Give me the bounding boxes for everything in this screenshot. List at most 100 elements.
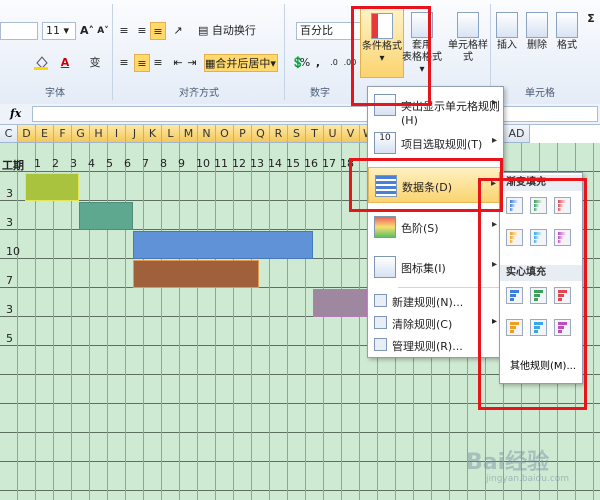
font-size-field[interactable]: 11 ▾ [42, 22, 76, 40]
font-name-field[interactable] [0, 22, 38, 40]
align-right-button[interactable]: ≡ [150, 54, 166, 72]
gantt-bar[interactable] [79, 202, 133, 230]
font-color-button[interactable]: A [56, 54, 74, 72]
column-header-p[interactable]: P [234, 125, 252, 143]
menu-item-manage-rules[interactable]: 管理规则(R)... [368, 334, 503, 356]
fill-color-button[interactable] [32, 54, 50, 72]
align-bottom-button[interactable]: ≡ [150, 22, 166, 40]
column-header-t[interactable]: T [306, 125, 324, 143]
column-header-u[interactable]: U [324, 125, 342, 143]
conditional-format-menu: 突出显示单元格规则(H) ▸ 10 项目选取规则(T) ▸ 数据条(D) ▸ 色阶(S… [367, 86, 504, 358]
solid-data-bar-option[interactable] [506, 319, 523, 336]
day-label: 14 [268, 157, 282, 170]
column-header-i[interactable]: I [108, 125, 126, 143]
gradient-fill-header: 渐变填充 [500, 175, 582, 191]
column-header-s[interactable]: S [288, 125, 306, 143]
column-header-m[interactable]: M [180, 125, 198, 143]
merge-center-button[interactable]: ▦合并后居中▾ [204, 54, 278, 72]
fx-icon[interactable]: fx [10, 107, 21, 120]
column-header-q[interactable]: Q [252, 125, 270, 143]
gradient-data-bar-option[interactable] [530, 229, 547, 246]
gantt-bar[interactable] [133, 231, 313, 259]
grow-font-button[interactable]: A˄ [80, 22, 94, 40]
text-orientation-button[interactable]: ↗ [170, 22, 186, 40]
solid-data-bar-option[interactable] [530, 319, 547, 336]
align-center-button[interactable]: ≡ [134, 54, 150, 72]
gradient-data-bar-option[interactable] [530, 197, 547, 214]
increase-decimal-button[interactable]: .0 [326, 54, 342, 72]
icon-sets-icon [374, 256, 396, 278]
menu-item-clear-rules[interactable]: 清除规则(C) ▸ [368, 312, 503, 334]
column-header-c[interactable]: C [0, 125, 18, 143]
day-label: 17 [322, 157, 336, 170]
solid-data-bar-option[interactable] [554, 287, 571, 304]
column-header-f[interactable]: F [54, 125, 72, 143]
column-header-o[interactable]: O [216, 125, 234, 143]
delete-button[interactable]: 删除 [522, 12, 552, 52]
top-bottom-icon: 10 [374, 132, 396, 154]
conditional-format-button[interactable]: 条件格式 ▾ [360, 8, 404, 78]
wrap-text-button[interactable]: ▤ 自动换行 [198, 22, 278, 40]
day-label: 4 [88, 157, 95, 170]
day-label: 10 [196, 157, 210, 170]
column-header-ad[interactable]: AD [504, 125, 530, 143]
data-bars-icon [375, 175, 397, 197]
day-label: 15 [286, 157, 300, 170]
duration-value: 3 [6, 187, 13, 200]
column-header-v[interactable]: V [342, 125, 360, 143]
column-header-e[interactable]: E [36, 125, 54, 143]
menu-item-data-bars[interactable]: 数据条(D) ▸ [368, 167, 503, 203]
insert-button[interactable]: 插入 [492, 12, 522, 52]
format-as-table-button[interactable]: 套用 表格格式▾ [402, 12, 442, 76]
align-top-button[interactable]: ≡ [116, 22, 132, 40]
format-cells-button[interactable]: 格式 [552, 12, 582, 52]
manage-rules-icon [374, 338, 387, 351]
menu-item-color-scales[interactable]: 色阶(S) ▸ [368, 209, 503, 245]
gradient-data-bar-option[interactable] [506, 197, 523, 214]
solid-data-bar-option[interactable] [506, 287, 523, 304]
menu-item-new-rule[interactable]: 新建规则(N)... [368, 290, 503, 312]
divider [284, 4, 285, 100]
column-header-n[interactable]: N [198, 125, 216, 143]
column-header-j[interactable]: J [126, 125, 144, 143]
align-left-button[interactable]: ≡ [116, 54, 132, 72]
increase-indent-button[interactable]: ⇥ [184, 54, 200, 72]
new-rule-icon [374, 294, 387, 307]
gantt-bar[interactable] [25, 173, 79, 201]
comma-button[interactable]: , [312, 54, 324, 72]
column-header-g[interactable]: G [72, 125, 90, 143]
format-cells-icon [556, 12, 578, 38]
gradient-data-bar-option[interactable] [506, 229, 523, 246]
menu-item-icon-sets[interactable]: 图标集(I) ▸ [368, 249, 503, 285]
day-label: 9 [178, 157, 185, 170]
gradient-data-bar-option[interactable] [554, 229, 571, 246]
column-header-d[interactable]: D [18, 125, 36, 143]
cell-styles-button[interactable]: 单元格样式 [444, 12, 492, 64]
solid-data-bar-option[interactable] [530, 287, 547, 304]
percent-button[interactable]: % [298, 54, 312, 72]
solid-data-bar-option[interactable] [554, 319, 571, 336]
menu-item-top-bottom-rules[interactable]: 10 项目选取规则(T) ▸ [368, 125, 503, 161]
insert-cells-icon [496, 12, 518, 38]
day-label: 18 [340, 157, 354, 170]
number-format-field[interactable]: 百分比 [296, 22, 362, 40]
menu-item-highlight-rules[interactable]: 突出显示单元格规则(H) ▸ [368, 87, 503, 127]
delete-cells-icon [526, 12, 548, 38]
day-label: 1 [34, 157, 41, 170]
gradient-data-bar-option[interactable] [554, 197, 571, 214]
day-label: 6 [124, 157, 131, 170]
shrink-font-button[interactable]: A˅ [96, 22, 110, 40]
formula-input[interactable] [32, 106, 598, 122]
gantt-bar[interactable] [313, 289, 367, 317]
phonetic-button[interactable]: 变 [86, 54, 104, 72]
day-label: 13 [250, 157, 264, 170]
decrease-decimal-button[interactable]: .00 [342, 54, 358, 72]
gantt-bar[interactable] [133, 260, 259, 288]
column-header-r[interactable]: R [270, 125, 288, 143]
autosum-button[interactable]: Σ [584, 10, 598, 28]
align-middle-button[interactable]: ≡ [134, 22, 150, 40]
column-header-l[interactable]: L [162, 125, 180, 143]
more-rules-item[interactable]: 其他规则(M)... [500, 357, 582, 377]
column-header-k[interactable]: K [144, 125, 162, 143]
column-header-h[interactable]: H [90, 125, 108, 143]
